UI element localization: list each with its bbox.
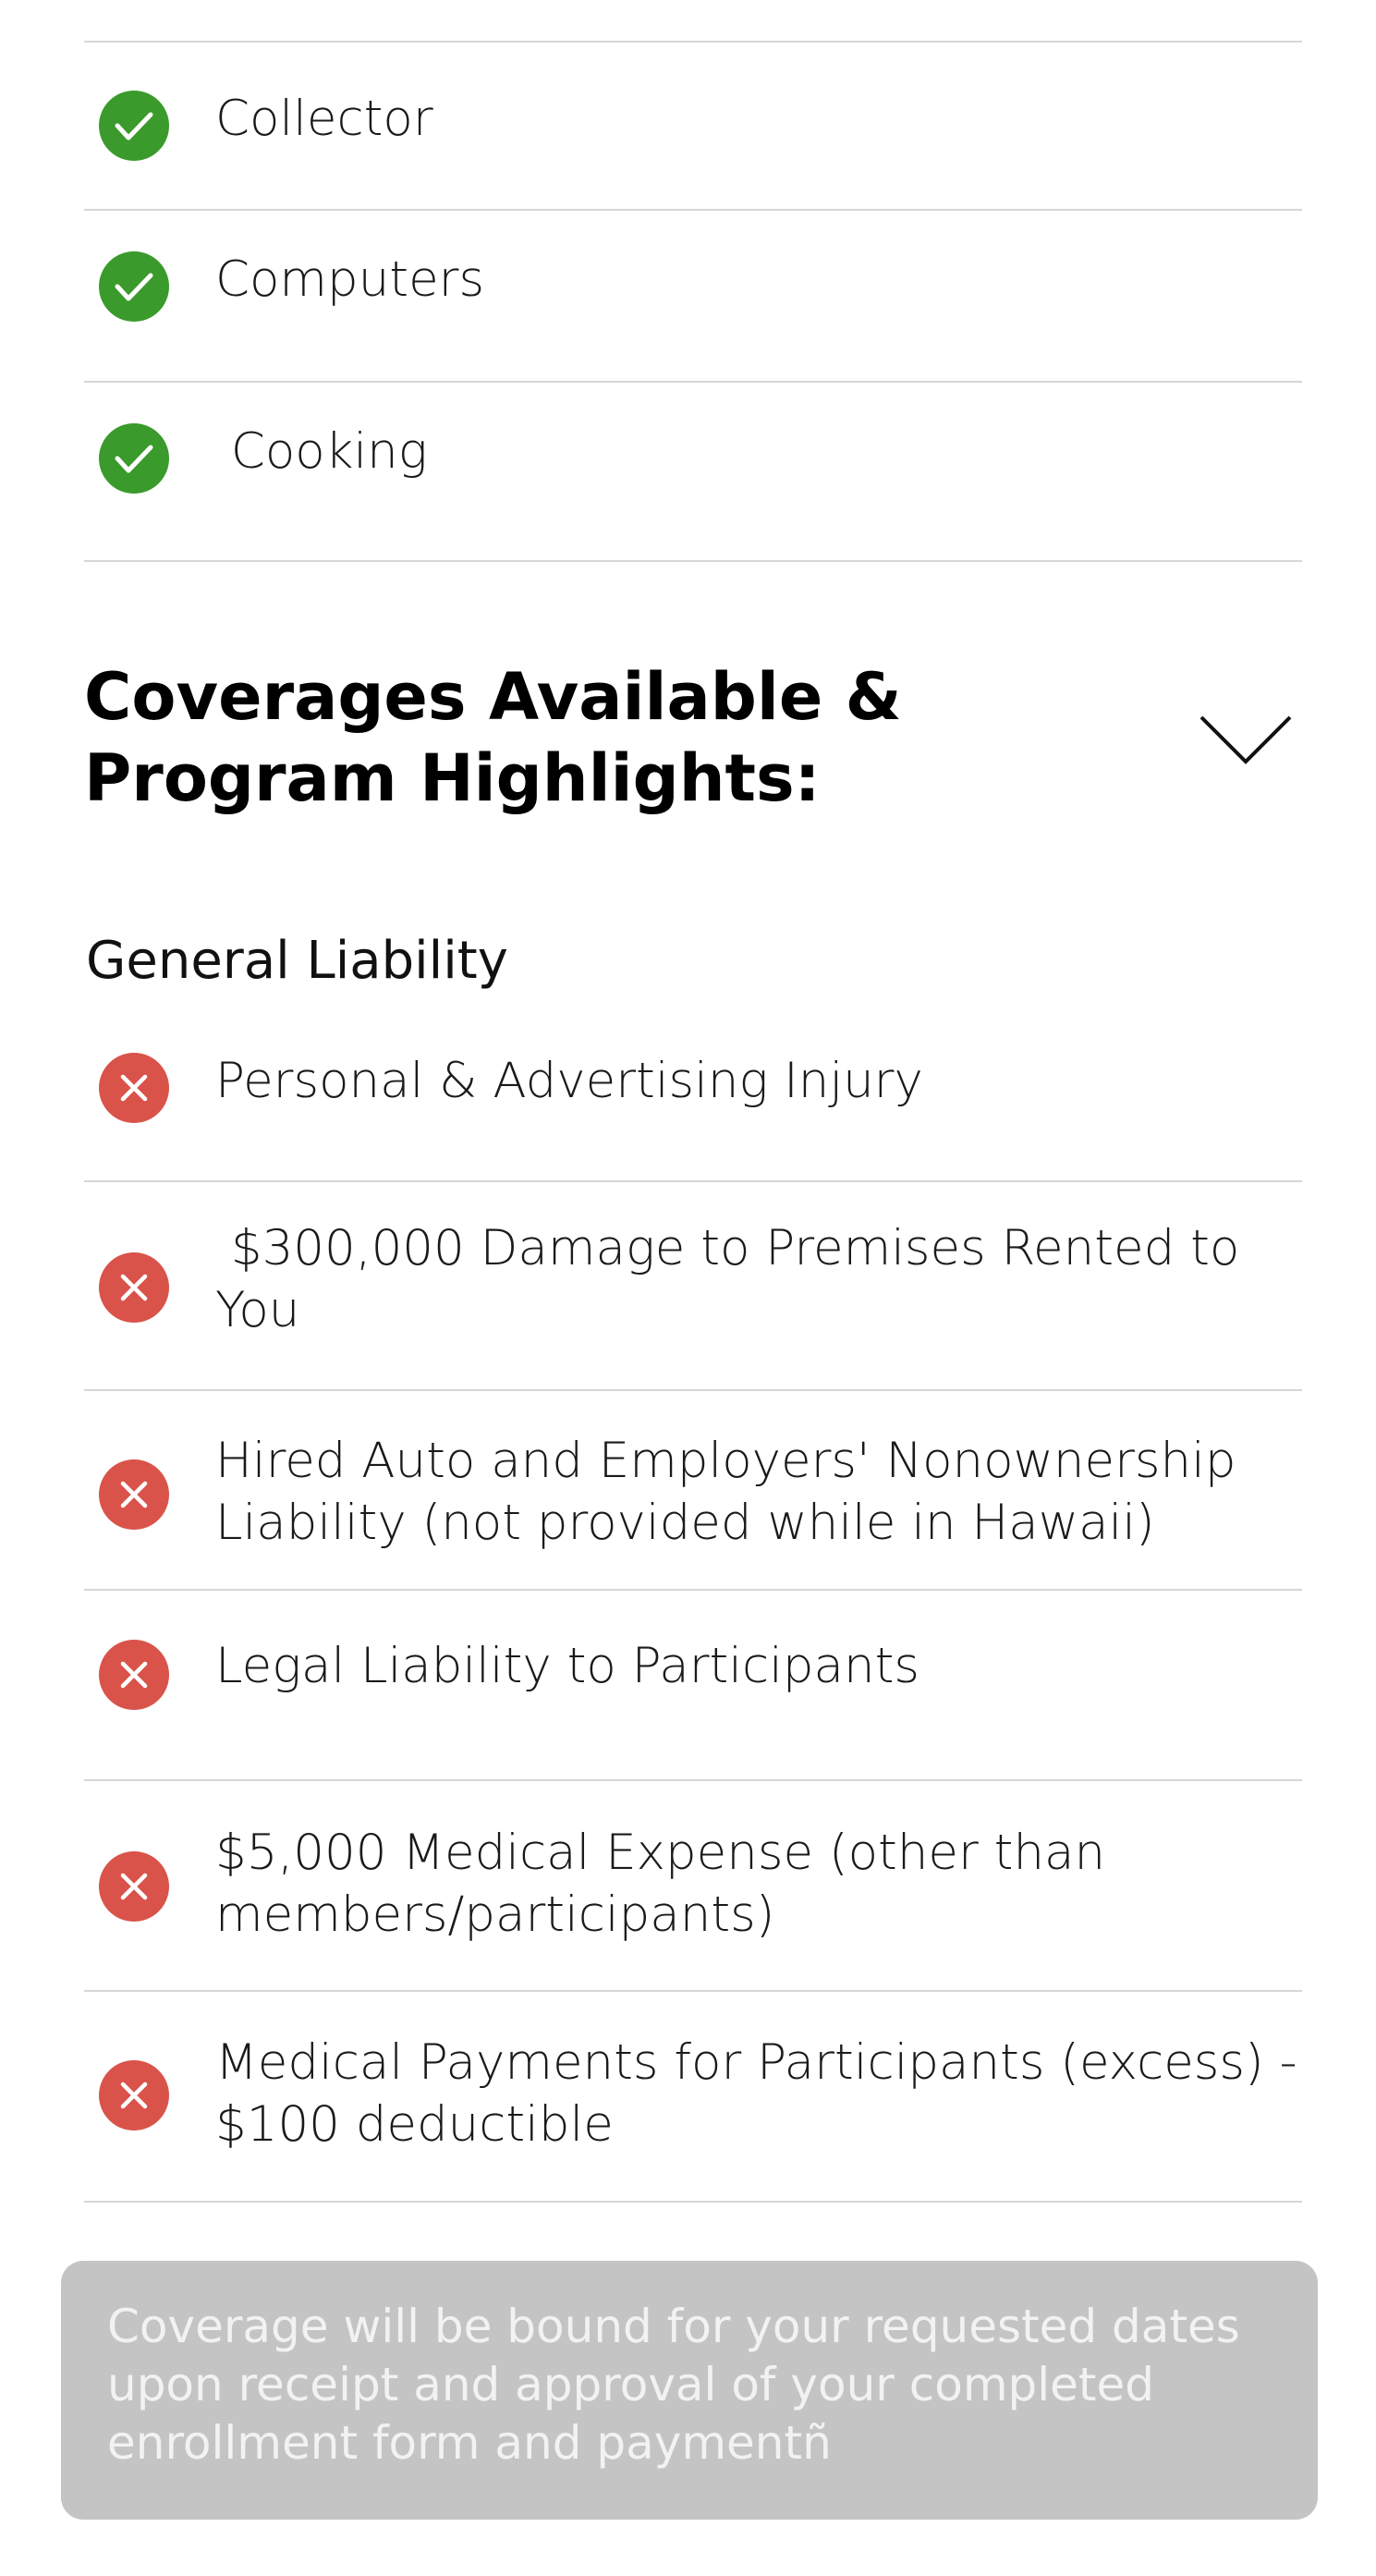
x-circle-icon [99,1851,169,1922]
x-circle-icon [99,1252,169,1323]
x-circle-icon [99,1459,169,1530]
interest-label: Collector [215,91,433,147]
coverage-label: Legal Liability to Participants [215,1638,919,1694]
chevron-down-icon[interactable] [1198,712,1294,769]
list-item: Computers [84,211,1302,383]
list-item: $5,000 Medical Expense (other than membe… [84,1781,1302,1992]
coverage-label: $300,000 Damage to Premises Rented to Yo… [215,1220,1256,1338]
coverage-label: $5,000 Medical Expense (other than membe… [215,1825,1121,1943]
list-item: Cooking [84,383,1302,562]
list-item: Collector [84,43,1302,211]
coverages-section-header[interactable]: Coverages Available & Program Highlights… [84,656,1302,832]
coverage-label: Medical Payments for Participants (exces… [215,2034,1313,2153]
x-circle-icon [99,2060,169,2130]
list-item: Personal & Advertising Injury [84,1001,1302,1182]
list-item: Hired Auto and Employers' Nonownership L… [84,1391,1302,1591]
x-circle-icon [99,1640,169,1710]
general-liability-heading: General Liability [86,931,508,991]
coverage-label: Personal & Advertising Injury [215,1053,923,1109]
check-circle-icon [99,423,169,494]
check-circle-icon [99,251,169,322]
list-item: Legal Liability to Participants [84,1591,1302,1781]
section-title: Coverages Available & Program Highlights… [84,659,902,816]
notice-text: Coverage will be bound for your requeste… [107,2300,1240,2470]
interest-label: Cooking [215,423,428,480]
check-circle-icon [99,91,169,161]
list-item: Medical Payments for Participants (exces… [84,1992,1302,2203]
coverage-label: Hired Auto and Employers' Nonownership L… [215,1433,1252,1551]
interest-label: Computers [215,251,485,308]
list-item: $300,000 Damage to Premises Rented to Yo… [84,1182,1302,1391]
x-circle-icon [99,1053,169,1123]
bind-coverage-notice[interactable]: Coverage will be bound for your requeste… [61,2261,1318,2520]
